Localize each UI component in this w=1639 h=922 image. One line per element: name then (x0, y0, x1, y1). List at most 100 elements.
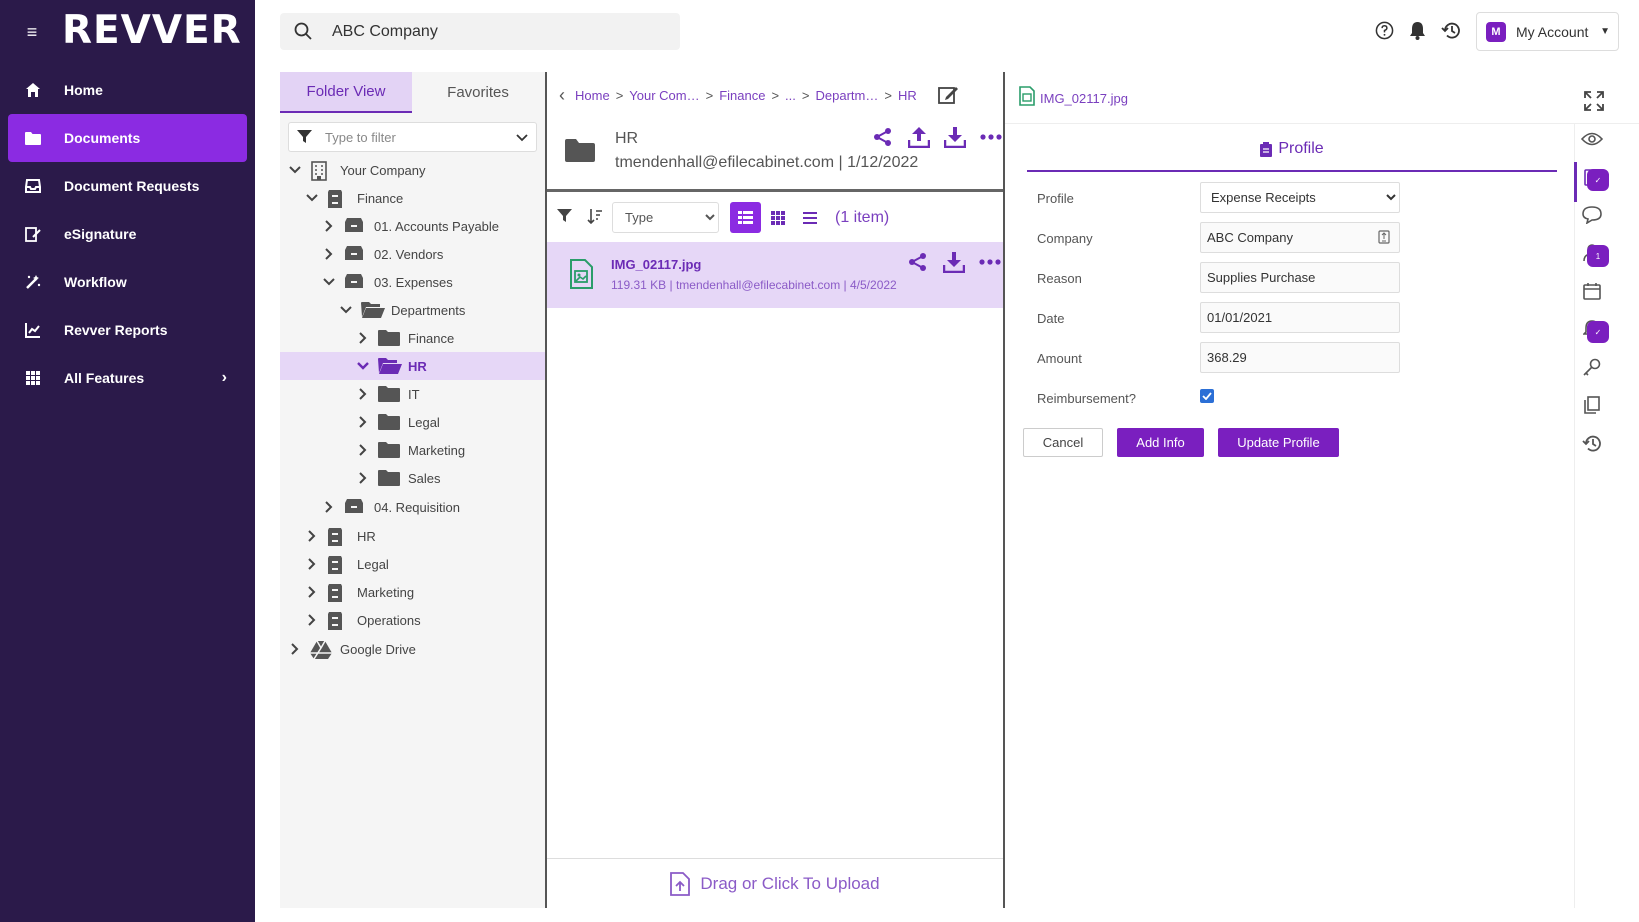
breadcrumb-departments[interactable]: Departm… (815, 88, 878, 103)
tree-node[interactable]: Google Drive (280, 634, 545, 664)
breadcrumb-your-company[interactable]: Your Com… (629, 88, 699, 103)
download-icon[interactable] (944, 126, 966, 148)
update-profile-button[interactable]: Update Profile (1218, 428, 1339, 457)
chevron-right-icon[interactable] (356, 443, 370, 457)
detail-file-name[interactable]: IMG_02117.jpg (1040, 91, 1128, 106)
filter-icon[interactable] (557, 208, 573, 224)
breadcrumb-ellipsis[interactable]: ... (785, 88, 796, 103)
global-search[interactable] (280, 13, 680, 50)
more-options-icon[interactable] (979, 251, 1001, 273)
chevron-down-icon[interactable] (288, 163, 302, 177)
tree-node[interactable]: Legal (280, 550, 545, 578)
tree-node[interactable]: Marketing (280, 578, 545, 606)
file-name[interactable]: IMG_02117.jpg (611, 257, 701, 272)
grid-view-icon[interactable] (762, 202, 793, 233)
tab-folder-view[interactable]: Folder View (280, 72, 412, 113)
tree-node[interactable]: Legal (280, 408, 545, 436)
chevron-right-icon[interactable] (305, 529, 319, 543)
sidebar-item-esignature[interactable]: eSignature (8, 210, 247, 258)
tree-node[interactable]: Marketing (280, 436, 545, 464)
compact-view-icon[interactable] (794, 202, 825, 233)
reimbursement-checkbox[interactable] (1200, 389, 1214, 403)
tab-profile[interactable]: Profile (1027, 140, 1557, 172)
sidebar-item-document-requests[interactable]: Document Requests (8, 162, 247, 210)
sort-type-select[interactable]: Type (612, 202, 719, 233)
expand-icon[interactable] (1584, 91, 1604, 111)
sidebar-item-workflow[interactable]: Workflow (8, 258, 247, 306)
sidebar-item-revver-reports[interactable]: Revver Reports (8, 306, 247, 354)
upload-dropzone[interactable]: Drag or Click To Upload (547, 858, 1003, 908)
tab-favorites[interactable]: Favorites (412, 72, 544, 113)
tree-filter-input[interactable]: Type to filter (288, 122, 537, 152)
amount-field[interactable] (1200, 342, 1400, 373)
cancel-button[interactable]: Cancel (1023, 428, 1103, 457)
key-icon[interactable] (1581, 356, 1603, 378)
chevron-right-icon[interactable] (356, 471, 370, 485)
chevron-right-icon[interactable] (322, 219, 336, 233)
share-icon[interactable] (872, 126, 894, 148)
profile-select[interactable]: Expense Receipts (1200, 182, 1400, 213)
list-view-icon[interactable] (730, 202, 761, 233)
tree-node[interactable]: Finance (280, 324, 545, 352)
hamburger-menu-icon[interactable]: ≡ (22, 22, 42, 42)
add-info-button[interactable]: Add Info (1117, 428, 1204, 457)
account-menu[interactable]: M My Account ▼ (1476, 12, 1619, 51)
chevron-down-icon[interactable] (339, 303, 353, 317)
more-options-icon[interactable] (980, 126, 1002, 148)
breadcrumb-finance[interactable]: Finance (719, 88, 765, 103)
schedule-calendar-icon[interactable] (1581, 280, 1603, 302)
chevron-down-icon[interactable] (305, 191, 319, 205)
help-icon[interactable] (1374, 20, 1395, 41)
chevron-right-icon[interactable] (356, 415, 370, 429)
chevron-right-icon[interactable] (305, 585, 319, 599)
breadcrumb-hr[interactable]: HR (898, 88, 917, 103)
profile-clipboard-icon[interactable]: ✓ (1581, 166, 1609, 191)
chevron-right-icon[interactable] (288, 642, 302, 656)
chevron-right-icon[interactable] (322, 247, 336, 261)
sidebar-item-all-features[interactable]: All Features › (8, 354, 247, 402)
chevron-down-icon[interactable] (516, 130, 528, 145)
comments-icon[interactable] (1581, 204, 1603, 226)
chevron-right-icon[interactable] (356, 387, 370, 401)
back-arrow-icon[interactable]: ‹ (559, 85, 565, 106)
history-icon[interactable] (1440, 20, 1461, 41)
tree-node[interactable]: 04. Requisition (280, 492, 545, 522)
lookup-icon[interactable] (1378, 230, 1390, 244)
tree-node[interactable]: Finance (280, 184, 545, 212)
tree-node[interactable]: 01. Accounts Payable (280, 212, 545, 240)
reason-field[interactable] (1200, 262, 1400, 293)
app-logo[interactable]: REVVER (62, 8, 242, 53)
sort-icon[interactable] (587, 208, 603, 225)
version-history-icon[interactable] (1581, 432, 1603, 454)
download-icon[interactable] (943, 251, 965, 273)
tree-node[interactable]: HR (280, 352, 545, 380)
chevron-right-icon[interactable] (305, 557, 319, 571)
tree-node[interactable]: Your Company (280, 156, 545, 184)
sidebar-item-home[interactable]: Home (8, 66, 247, 114)
tree-node[interactable]: HR (280, 522, 545, 550)
date-field[interactable] (1200, 302, 1400, 333)
edit-icon[interactable] (937, 84, 959, 106)
chevron-right-icon[interactable] (322, 500, 336, 514)
tree-node[interactable]: Departments (280, 296, 545, 324)
tree-node[interactable]: 02. Vendors (280, 240, 545, 268)
sidebar-item-documents[interactable]: Documents (8, 114, 247, 162)
chevron-down-icon[interactable] (322, 275, 336, 289)
chevron-down-icon[interactable] (356, 359, 370, 373)
notifications-bell-icon[interactable] (1407, 20, 1428, 41)
tree-node[interactable]: IT (280, 380, 545, 408)
copy-icon[interactable] (1581, 394, 1603, 416)
tree-node[interactable]: 03. Expenses (280, 268, 545, 296)
preview-eye-icon[interactable] (1581, 128, 1603, 150)
search-input[interactable] (332, 22, 652, 41)
chevron-right-icon[interactable] (356, 331, 370, 345)
chevron-right-icon[interactable] (305, 613, 319, 627)
share-icon[interactable] (907, 251, 929, 273)
reminder-bell-icon[interactable]: ✓ (1581, 318, 1609, 343)
breadcrumb-home[interactable]: Home (575, 88, 610, 103)
tree-node[interactable]: Sales (280, 464, 545, 492)
tree-node[interactable]: Operations (280, 606, 545, 634)
upload-icon[interactable] (908, 126, 930, 148)
company-field[interactable] (1200, 222, 1400, 253)
file-row[interactable]: IMG_02117.jpg 119.31 KB | tmendenhall@ef… (547, 242, 1003, 308)
